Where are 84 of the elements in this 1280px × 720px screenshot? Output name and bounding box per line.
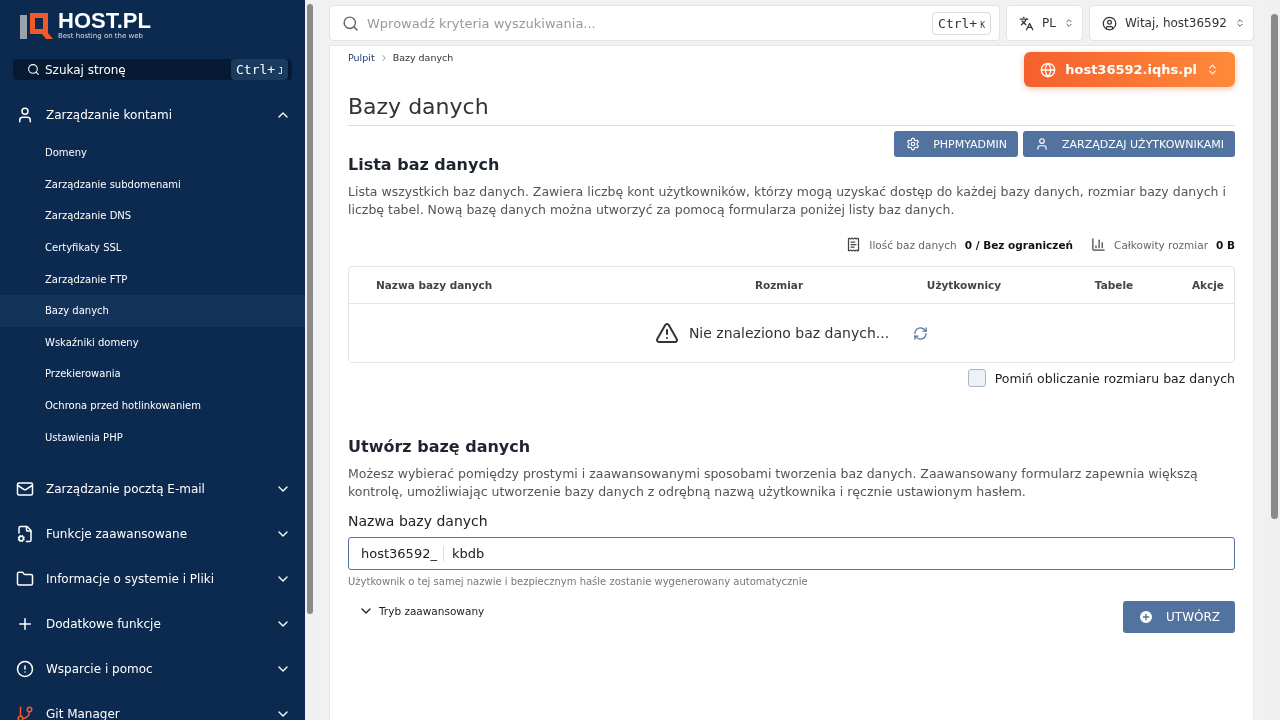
sidebar-group[interactable]: Git Manager <box>0 691 305 720</box>
exclamation-icon <box>16 660 34 679</box>
checkbox[interactable] <box>967 369 986 387</box>
updown-icon <box>1206 63 1219 76</box>
sidebar-item[interactable]: Zarządzanie DNS <box>0 200 305 232</box>
column-header: Rozmiar <box>753 279 805 291</box>
stat-label: Ilość baz danych <box>869 238 957 251</box>
user-menu[interactable]: Witaj, host36592 <box>1088 5 1254 41</box>
sidebar-search-field[interactable]: Szukaj stronę Ctrl+ J <box>13 59 292 80</box>
branch-icon <box>16 705 34 720</box>
group-label: Git Manager <box>46 707 121 720</box>
sidebar-item[interactable]: Bazy danych <box>0 294 305 327</box>
language-select[interactable]: PL <box>1006 5 1083 41</box>
refresh-icon[interactable] <box>913 325 929 341</box>
sidebar-group[interactable]: Zarządzanie pocztą E-mail <box>0 466 305 512</box>
sidebar-item[interactable]: Certyfikaty SSL <box>0 231 305 264</box>
advanced-toggle[interactable]: Tryb zaawansowany <box>348 603 485 619</box>
receipt-icon <box>846 237 862 252</box>
shortcut-key: Ctrl+ K <box>932 11 992 35</box>
search-icon <box>342 14 359 32</box>
sidebar-group[interactable]: Informacje o systemie i Pliki <box>0 556 305 602</box>
section-heading: Utwórz bazę danych <box>348 437 532 456</box>
column-header: Akcje <box>1190 279 1224 291</box>
shortcut-key: Ctrl+ J <box>231 59 288 80</box>
field-hint: Użytkownik o tej samej nazwie i bezpiecznym haśle zostanie wygenerowany automatycznie <box>348 576 809 587</box>
field-prefix: host36592_ <box>349 546 444 561</box>
user-icon <box>1101 15 1117 31</box>
sidebar-group[interactable]: Dodatkowe funkcje <box>0 601 305 647</box>
gear-icon <box>906 137 921 151</box>
bar-chart-icon <box>1091 237 1107 252</box>
warning-icon <box>654 321 679 345</box>
create-button[interactable]: UTWÓRZ <box>1123 601 1235 633</box>
sidebar-item[interactable]: Ustawienia PHP <box>0 421 305 453</box>
group-label: Zarządzanie pocztą E-mail <box>46 482 206 497</box>
translate-icon <box>1019 15 1035 31</box>
group-label: Funkcje zaawansowane <box>46 527 189 542</box>
sidebar-item[interactable]: Zarządzanie subdomenami <box>0 168 305 201</box>
column-header: Tabele <box>1093 279 1135 291</box>
envelope-icon <box>16 480 34 499</box>
column-header: Nazwa bazy danych <box>376 279 494 291</box>
sidebar-group[interactable]: Funkcje zaawansowane <box>0 511 305 557</box>
field-label: Nazwa bazy danych <box>348 513 489 529</box>
action-button[interactable]: PHPMYADMIN <box>894 131 1019 157</box>
section-description: Lista wszystkich baz danych. Zawiera liczbę kont użytkowników, którzy mogą uzyskać dostęp do każdej bazy danych, rozmiar bazy danych i liczbę tabel. Nową bazę danych można utworzyć za pomocą formularza poniżej listy baz danych. <box>348 183 1227 219</box>
stat-value: 0 B <box>1216 238 1235 251</box>
breadcrumb-link[interactable]: Pulpit <box>348 52 375 63</box>
updown-icon <box>1235 18 1245 28</box>
sidebar-item[interactable]: Domeny <box>0 137 305 169</box>
document-gear-icon <box>16 525 34 544</box>
sidebar-item[interactable]: Przekierowania <box>0 358 305 390</box>
breadcrumb-current: Bazy danych <box>392 52 454 63</box>
group-label: Dodatkowe funkcje <box>46 617 162 632</box>
sidebar-item[interactable]: Wskaźniki domeny <box>0 326 305 359</box>
page-title: Bazy danych <box>348 94 1235 126</box>
group-label: Wsparcie i pomoc <box>46 662 154 677</box>
user-icon <box>16 105 34 124</box>
section-description: Możesz wybierać pomiędzy prostymi i zaawansowanymi sposobami tworzenia baz danych. Zaawansowany formularz zapewnia większą kontrolę, umożliwiając utworzenie bazy danych z odrębną nazwą użytkownika i ręcznie ustawionym hasłem. <box>348 465 1199 501</box>
updown-icon <box>1063 18 1074 28</box>
search-placeholder: Wprowadź kryteria wyszukiwania... <box>367 15 596 31</box>
user-icon <box>1035 137 1050 151</box>
sidebar-group[interactable]: Wsparcie i pomoc <box>0 646 305 692</box>
plus-circle-icon <box>1138 609 1154 625</box>
sidebar-item[interactable]: Zarządzanie FTP <box>0 263 305 295</box>
stat-value: 0 / Bez ograniczeń <box>964 238 1074 251</box>
search-placeholder: Szukaj stronę <box>45 62 126 77</box>
sidebar-group[interactable]: Zarządzanie kontami <box>0 92 305 137</box>
column-header: Użytkownicy <box>925 279 1003 291</box>
stat-label: Całkowity rozmiar <box>1114 238 1209 251</box>
group-label: Zarządzanie kontami <box>46 107 174 122</box>
logo-icon <box>20 10 54 41</box>
folder-icon <box>16 570 34 589</box>
group-label: Informacje o systemie i Pliki <box>46 572 215 587</box>
search-icon <box>27 63 40 76</box>
globe-icon <box>1040 61 1057 78</box>
search-field[interactable]: Wprowadź kryteria wyszukiwania... Ctrl+ K <box>329 5 1001 41</box>
scrollbar-thumb[interactable] <box>307 4 313 614</box>
checkbox-label: Pomiń obliczanie rozmiaru baz danych <box>994 370 1235 386</box>
empty-message: Nie znaleziono baz danych... <box>688 325 890 341</box>
scrollbar-thumb[interactable] <box>1270 14 1278 519</box>
action-button[interactable]: ZARZĄDZAJ UŻYTKOWNIKAMI <box>1023 131 1235 157</box>
section-heading: Lista baz danych <box>348 155 501 174</box>
logo-name: HOST.PL <box>58 10 151 32</box>
database-name-field[interactable]: host36592_ kbdb <box>348 537 1235 570</box>
sidebar-item[interactable]: Ochrona przed hotlinkowaniem <box>0 389 305 422</box>
